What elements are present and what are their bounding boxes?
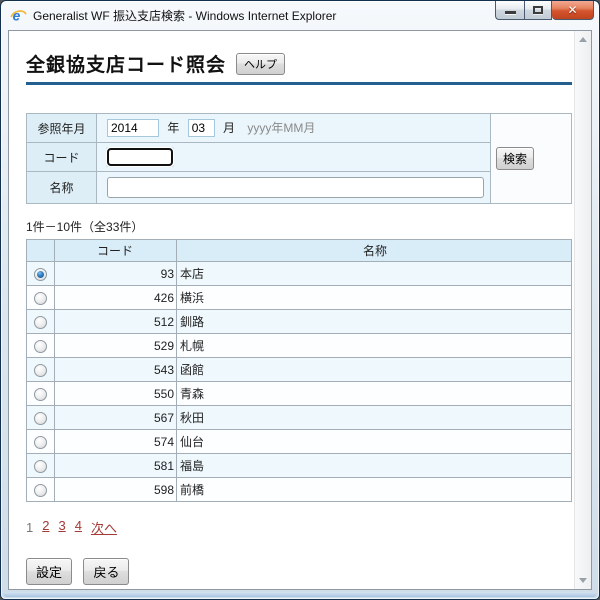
row-name: 横浜 [176,285,572,310]
code-row: コード [26,142,572,172]
row-name: 青森 [176,381,572,406]
close-icon: ✕ [567,3,578,17]
action-buttons: 設定 戻る [26,558,574,585]
page-content-area: 全銀協支店コード照会 ヘルプ 参照年月 年 月 yyyy年MM月 検索 [8,30,592,590]
close-button[interactable]: ✕ [552,1,594,20]
vertical-scrollbar[interactable] [574,31,591,589]
row-name: 札幌 [176,333,572,358]
row-code: 567 [54,405,177,430]
results-header-row: コード 名称 [26,239,572,262]
scroll-down-button[interactable] [575,572,591,589]
name-cell [96,171,491,204]
row-code: 512 [54,309,177,334]
row-name: 前橋 [176,477,572,502]
row-select-radio[interactable] [34,291,47,305]
row-select-radio[interactable] [34,267,47,281]
name-input[interactable] [107,177,484,198]
date-format-hint: yyyy年MM月 [247,121,316,135]
help-button[interactable]: ヘルプ [236,52,286,75]
row-code: 574 [54,429,177,454]
minimize-button[interactable] [495,1,524,20]
back-button[interactable]: 戻る [83,558,130,585]
row-name: 釧路 [176,309,572,334]
heading-divider [26,82,572,85]
row-code: 543 [54,357,177,382]
row-select-radio[interactable] [34,363,47,377]
row-select-radio[interactable] [34,483,47,497]
ref-ym-cell: 年 月 yyyy年MM月 [96,113,491,143]
row-name: 函館 [176,357,572,382]
row-name: 本店 [176,261,572,286]
set-button[interactable]: 設定 [26,558,73,585]
row-name: 福島 [176,453,572,478]
table-row: 426 横浜 [26,285,572,310]
row-name: 仙台 [176,429,572,454]
pagination-link[interactable]: 4 [75,518,82,537]
pagination-link[interactable]: 3 [58,518,65,537]
name-column-header: 名称 [176,239,572,262]
row-select-radio[interactable] [34,459,47,473]
pagination-link[interactable]: 次へ [91,518,117,537]
code-label: コード [26,142,97,172]
name-label: 名称 [26,171,97,204]
search-form: 参照年月 年 月 yyyy年MM月 検索 コード [26,113,572,204]
code-column-header: コード [54,239,177,262]
minimize-icon [504,11,516,14]
search-button[interactable]: 検索 [496,147,535,170]
table-row: 512 釧路 [26,309,572,334]
name-row: 名称 [26,171,572,204]
maximize-icon [533,6,543,14]
window-frame-bottom [3,592,597,597]
pagination: 1 2 3 4 次へ [26,518,574,537]
browser-popup-window: e Generalist WF 振込支店検索 - Windows Interne… [0,0,600,600]
scroll-up-button[interactable] [575,31,591,48]
row-select-radio[interactable] [34,315,47,329]
table-row: 529 札幌 [26,333,572,358]
row-code: 529 [54,333,177,358]
year-input[interactable] [107,119,159,137]
row-code: 426 [54,285,177,310]
year-unit-label: 年 [167,121,180,135]
code-input[interactable] [106,147,174,167]
month-unit-label: 月 [223,121,236,135]
pagination-current-page: 1 [26,520,34,535]
maximize-button[interactable] [524,1,552,20]
result-count-summary: 1件－10件（全33件） [26,220,144,234]
ie-logo-icon: e [10,7,27,23]
table-row: 567 秋田 [26,405,572,430]
window-title: Generalist WF 振込支店検索 - Windows Internet … [33,8,337,23]
svg-text:e: e [13,7,21,23]
results-table: コード 名称 93 本店 426 横浜 512 釧路 529 札幌 543 函館… [26,239,572,502]
row-select-radio[interactable] [34,435,47,449]
arrow-down-icon [579,578,587,583]
row-code: 581 [54,453,177,478]
row-code: 93 [54,261,177,286]
row-code: 550 [54,381,177,406]
row-code: 598 [54,477,177,502]
table-row: 543 函館 [26,357,572,382]
table-row: 550 青森 [26,381,572,406]
ref-ym-label: 参照年月 [26,113,97,143]
pagination-link[interactable]: 2 [42,518,49,537]
radio-column-header [26,239,55,262]
table-row: 598 前橋 [26,477,572,502]
table-row: 93 本店 [26,261,572,286]
code-cell [96,142,491,172]
arrow-up-icon [579,37,587,42]
table-row: 581 福島 [26,453,572,478]
table-row: 574 仙台 [26,429,572,454]
row-select-radio[interactable] [34,411,47,425]
month-input[interactable] [187,119,215,137]
window-controls: ✕ [495,1,594,20]
row-select-radio[interactable] [34,387,47,401]
page-title: 全銀協支店コード照会 [26,55,227,76]
ref-ym-row: 参照年月 年 月 yyyy年MM月 検索 [26,113,572,204]
row-select-radio[interactable] [34,339,47,353]
search-button-cell: 検索 [490,113,572,204]
row-name: 秋田 [176,405,572,430]
